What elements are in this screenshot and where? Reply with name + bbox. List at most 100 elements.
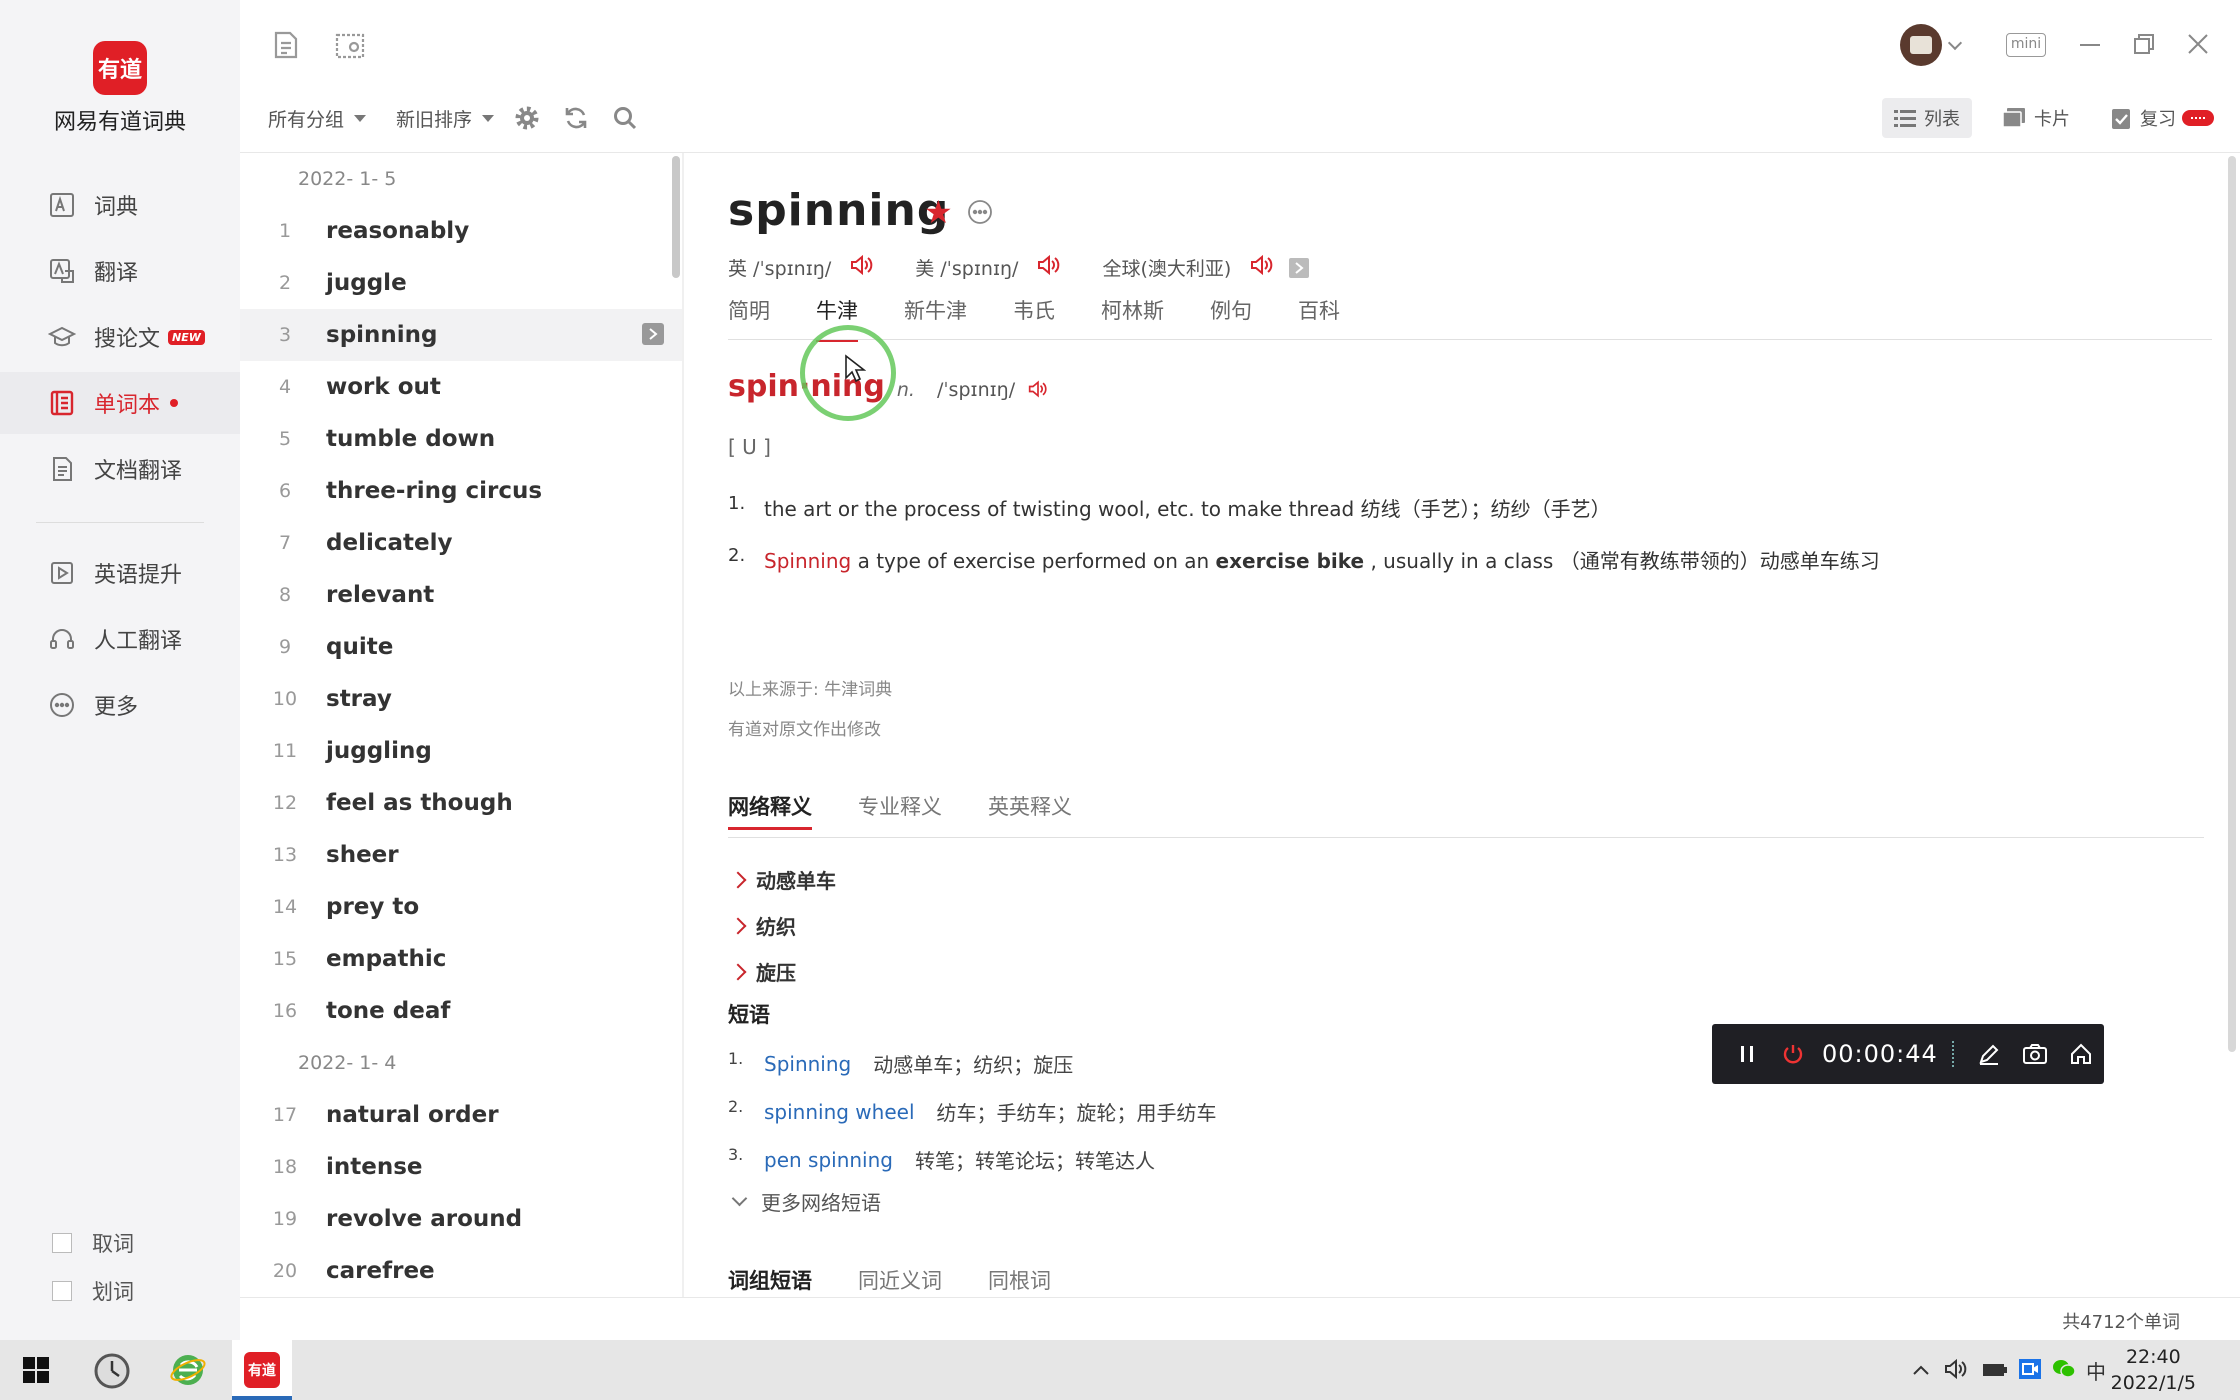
- word-list-item[interactable]: 8 relevant: [240, 569, 682, 621]
- dict-tab-5[interactable]: 例句: [1210, 295, 1252, 337]
- word-list-item[interactable]: 7 delicately: [240, 517, 682, 569]
- camera-icon[interactable]: [2012, 1024, 2058, 1084]
- word-list-item[interactable]: 13 sheer: [240, 829, 682, 881]
- taskbar-clock[interactable]: 22:40 2022/1/5: [2111, 1344, 2196, 1396]
- word-list-item[interactable]: 9 quite: [240, 621, 682, 673]
- word-list-item[interactable]: 14 prey to: [240, 881, 682, 933]
- detail-scrollbar[interactable]: [2228, 156, 2236, 1052]
- phrase-tab-1[interactable]: 同近义词: [858, 1265, 942, 1295]
- speaker-icon[interactable]: [1027, 379, 1049, 403]
- home-icon[interactable]: [2058, 1024, 2104, 1084]
- view-card-button[interactable]: 卡片: [1990, 98, 2082, 138]
- word-list-item[interactable]: 20 carefree: [240, 1245, 682, 1297]
- meeting-app-tray-icon[interactable]: [2018, 1358, 2042, 1384]
- stop-power-icon[interactable]: [1770, 1024, 1816, 1084]
- word-list-item[interactable]: 19 revolve around: [240, 1193, 682, 1245]
- sync-icon[interactable]: [562, 104, 590, 132]
- more-web-phrases-link[interactable]: 更多网络短语: [728, 1187, 881, 1216]
- phrase-link[interactable]: spinning wheel: [764, 1100, 915, 1124]
- nav-label-wordbook: 单词本: [94, 393, 161, 418]
- quick-lookup-checkbox[interactable]: 取词: [52, 1228, 134, 1258]
- clock-app-icon[interactable]: [82, 1340, 142, 1400]
- web-def-tab-1[interactable]: 专业释义: [858, 791, 942, 827]
- close-icon[interactable]: [2186, 32, 2210, 60]
- browser-icon[interactable]: [158, 1340, 218, 1400]
- nav-item-papers[interactable]: 搜论文 NEW: [0, 306, 240, 368]
- nav-item-doc-translate[interactable]: 文档翻译: [0, 438, 240, 500]
- nav-item-more[interactable]: 更多: [0, 674, 240, 736]
- group-filter-dropdown[interactable]: 所有分组: [268, 105, 367, 132]
- word-list-item[interactable]: 17 natural order: [240, 1089, 682, 1141]
- ime-indicator[interactable]: 中: [2086, 1356, 2106, 1385]
- dict-tab-3[interactable]: 韦氏: [1013, 295, 1055, 337]
- speaker-icon[interactable]: [1249, 253, 1275, 282]
- word-list-item[interactable]: 15 empathic: [240, 933, 682, 985]
- word-list-item[interactable]: 12 feel as though: [240, 777, 682, 829]
- word-index: 15: [272, 948, 298, 970]
- notes-icon[interactable]: [272, 30, 300, 60]
- battery-icon[interactable]: [1982, 1362, 2008, 1381]
- checkbox-box[interactable]: [52, 1233, 72, 1253]
- web-meaning-item[interactable]: 旋压: [728, 957, 796, 986]
- word-list-item[interactable]: 11 juggling: [240, 725, 682, 777]
- wechat-tray-icon[interactable]: [2052, 1358, 2076, 1384]
- phrase-link[interactable]: Spinning: [764, 1052, 851, 1076]
- phrase-link[interactable]: pen spinning: [764, 1148, 893, 1172]
- sort-dropdown[interactable]: 新旧排序: [396, 105, 495, 132]
- user-avatar[interactable]: [1900, 24, 1942, 66]
- word-list-item[interactable]: 6 three-ring circus: [240, 465, 682, 517]
- checkbox-box[interactable]: [52, 1281, 72, 1301]
- web-meaning-item[interactable]: 动感单车: [728, 865, 836, 894]
- review-button[interactable]: 复习: [2098, 98, 2214, 138]
- youdao-taskbar-button[interactable]: 有道: [232, 1340, 292, 1400]
- word-text: natural order: [326, 1102, 499, 1128]
- tray-chevron-up-icon[interactable]: [1912, 1362, 1930, 1381]
- word-list-scrollbar[interactable]: [672, 156, 680, 278]
- nav-item-wordbook[interactable]: 单词本: [0, 372, 240, 434]
- word-list-item[interactable]: 3 spinning: [240, 309, 682, 361]
- volume-icon[interactable]: [1944, 1358, 1968, 1384]
- word-list-item[interactable]: 2 juggle: [240, 257, 682, 309]
- phrase-tab-2[interactable]: 同根词: [988, 1265, 1051, 1295]
- web-def-tab-0[interactable]: 网络释义: [728, 791, 812, 830]
- windows-start-icon[interactable]: [6, 1340, 66, 1400]
- search-icon[interactable]: [612, 105, 638, 131]
- dict-tab-4[interactable]: 柯林斯: [1101, 295, 1164, 337]
- nav-item-translate[interactable]: 翻译: [0, 240, 240, 302]
- dict-tab-2[interactable]: 新牛津: [904, 295, 967, 337]
- favorite-star-icon[interactable]: ★: [924, 193, 953, 231]
- word-list-item[interactable]: 16 tone deaf: [240, 985, 682, 1037]
- web-meaning-label: 纺织: [756, 915, 796, 939]
- word-index: 19: [272, 1208, 298, 1230]
- word-list-item[interactable]: 4 work out: [240, 361, 682, 413]
- open-detail-arrow-icon[interactable]: [642, 323, 664, 345]
- mini-mode-button[interactable]: mini: [2006, 33, 2046, 57]
- word-text: three-ring circus: [326, 478, 543, 504]
- phrase-tab-0[interactable]: 词组短语: [728, 1265, 812, 1295]
- screenshot-translate-icon[interactable]: [334, 30, 366, 60]
- nav-item-dictionary[interactable]: 词典: [0, 174, 240, 236]
- word-list-item[interactable]: 10 stray: [240, 673, 682, 725]
- restore-icon[interactable]: [2134, 34, 2154, 54]
- expand-arrow-icon[interactable]: [1289, 257, 1310, 278]
- pen-icon[interactable]: [1966, 1024, 2012, 1084]
- pause-icon[interactable]: [1724, 1024, 1770, 1084]
- web-meaning-item[interactable]: 纺织: [728, 911, 796, 940]
- nav-item-human-translate[interactable]: 人工翻译: [0, 608, 240, 670]
- list-icon: [1894, 108, 1916, 128]
- dict-tab-0[interactable]: 简明: [728, 295, 770, 337]
- speaker-icon[interactable]: [1036, 253, 1062, 282]
- view-list-button[interactable]: 列表: [1882, 98, 1972, 138]
- settings-gear-icon[interactable]: [514, 105, 540, 131]
- minimize-icon[interactable]: [2080, 44, 2100, 46]
- selection-lookup-checkbox[interactable]: 划词: [52, 1276, 134, 1306]
- speaker-icon[interactable]: [849, 253, 875, 282]
- dict-tab-6[interactable]: 百科: [1298, 295, 1340, 337]
- more-options-icon[interactable]: [967, 199, 993, 229]
- word-list-item[interactable]: 1 reasonably: [240, 205, 682, 257]
- account-dropdown-icon[interactable]: [1947, 35, 1963, 51]
- word-list-item[interactable]: 18 intense: [240, 1141, 682, 1193]
- web-def-tab-2[interactable]: 英英释义: [988, 791, 1072, 827]
- word-list-item[interactable]: 5 tumble down: [240, 413, 682, 465]
- nav-item-english-improve[interactable]: 英语提升: [0, 542, 240, 604]
